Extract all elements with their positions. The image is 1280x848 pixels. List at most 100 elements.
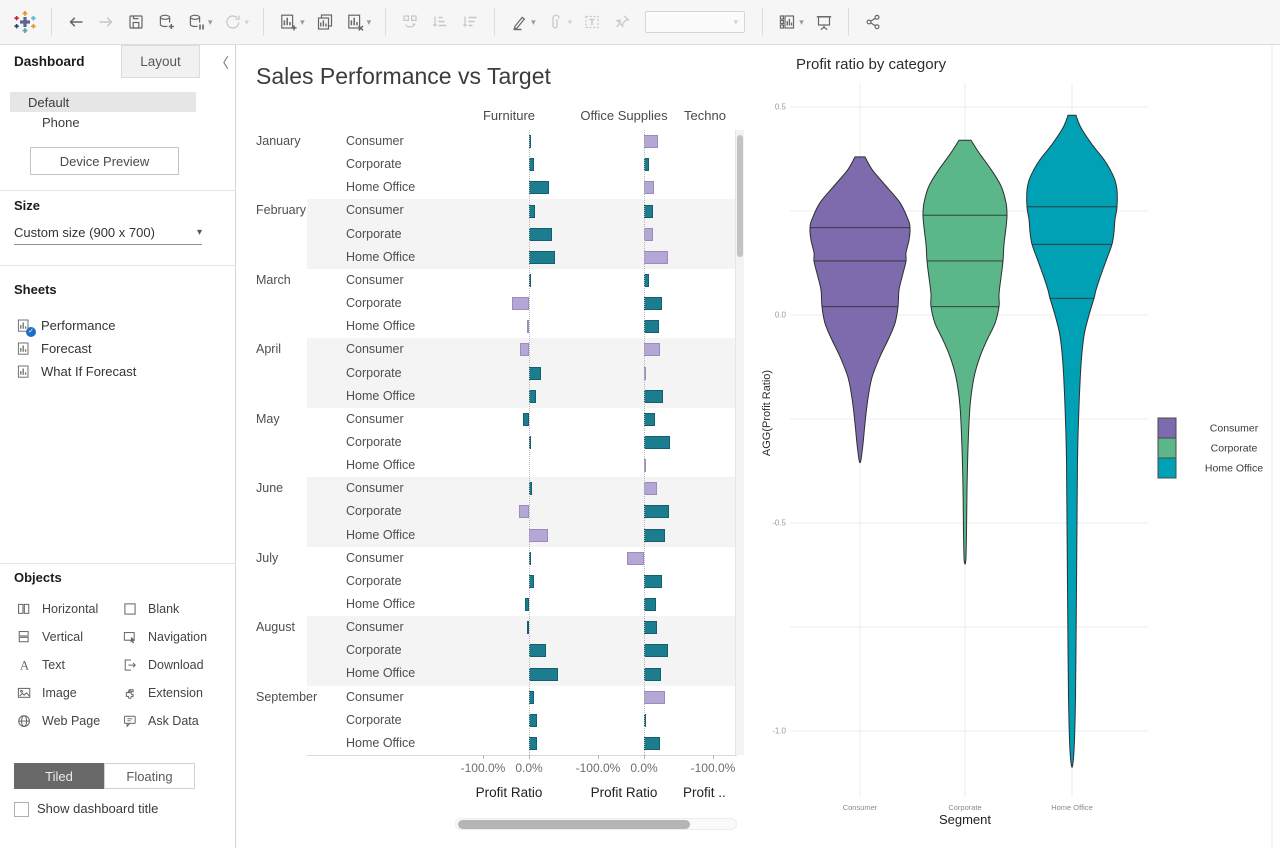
axis-title-profit-ratio[interactable]: Profit Ratio — [459, 785, 559, 800]
bar-mark[interactable] — [644, 644, 668, 657]
bar-mark[interactable] — [644, 621, 657, 634]
axis-title-profit-ratio[interactable]: Profit Ratio — [574, 785, 674, 800]
bar-mark[interactable] — [519, 505, 529, 518]
bar-mark[interactable] — [644, 320, 659, 333]
bar-mark[interactable] — [529, 714, 537, 727]
share-button[interactable] — [858, 4, 888, 40]
bar-mark[interactable] — [529, 737, 537, 750]
run-update-button[interactable]: ▾ — [218, 4, 255, 40]
segment-label: Home Office — [346, 389, 415, 403]
object-item-extension[interactable]: Extension — [122, 681, 203, 705]
bar-mark[interactable] — [529, 251, 555, 264]
violin-consumer[interactable] — [810, 157, 910, 463]
bar-mark[interactable] — [644, 251, 668, 264]
clear-sheet-button[interactable]: ▾ — [340, 4, 377, 40]
bar-mark[interactable] — [644, 668, 661, 681]
legend-swatch-corporate[interactable] — [1158, 438, 1176, 458]
object-item-image[interactable]: Image — [16, 681, 77, 705]
sort-descending-button[interactable] — [455, 4, 485, 40]
bar-mark[interactable] — [644, 297, 662, 310]
save-button[interactable] — [121, 4, 151, 40]
x-axis-title[interactable]: Segment — [939, 812, 991, 827]
bar-mark[interactable] — [644, 598, 656, 611]
object-item-download[interactable]: Download — [122, 653, 204, 677]
device-preview-button[interactable]: Device Preview — [30, 147, 179, 175]
object-item-text[interactable]: AText — [16, 653, 65, 677]
object-item-vertical[interactable]: Vertical — [16, 625, 83, 649]
tableau-logo[interactable] — [8, 4, 42, 40]
bar-mark[interactable] — [644, 205, 653, 218]
bar-mark[interactable] — [644, 390, 663, 403]
bar-mark[interactable] — [644, 529, 665, 542]
presentation-mode-button[interactable] — [809, 4, 839, 40]
size-select[interactable]: Custom size (900 x 700) ▾ — [14, 221, 202, 245]
tab-layout[interactable]: Layout — [121, 45, 200, 78]
bar-mark[interactable] — [627, 552, 644, 565]
bar-mark[interactable] — [644, 737, 660, 750]
chevron-down-icon: ▾ — [300, 17, 305, 28]
object-item-blank[interactable]: Blank — [122, 597, 179, 621]
duplicate-sheet-button[interactable] — [310, 4, 340, 40]
sheet-item-what-if-forecast[interactable]: What If Forecast — [0, 360, 236, 383]
sheet-item-performance[interactable]: ✓Performance — [0, 314, 236, 337]
new-data-source-button[interactable] — [151, 4, 181, 40]
bar-mark[interactable] — [529, 529, 548, 542]
sort-ascending-button[interactable] — [425, 4, 455, 40]
bar-mark[interactable] — [644, 135, 658, 148]
axis-tick — [598, 755, 599, 759]
legend-swatch-home-office[interactable] — [1158, 458, 1176, 478]
axis-title-profit-ratio[interactable]: Profit .. — [683, 785, 726, 800]
device-item-phone[interactable]: Phone — [10, 112, 196, 132]
swap-axes-button[interactable] — [395, 4, 425, 40]
violin-home-office[interactable] — [1027, 115, 1118, 767]
fit-selector[interactable]: ▾ — [645, 11, 745, 33]
object-item-web-page[interactable]: Web Page — [16, 709, 100, 733]
segment-label: Corporate — [346, 643, 402, 657]
bar-mark[interactable] — [529, 390, 536, 403]
pause-auto-updates-button[interactable]: ▾ — [181, 4, 218, 40]
object-item-ask-data[interactable]: Ask Data — [122, 709, 199, 733]
tiled-button[interactable]: Tiled — [14, 763, 104, 789]
show-cards-button[interactable]: ▾ — [772, 4, 809, 40]
bar-mark[interactable] — [529, 228, 552, 241]
bar-mark[interactable] — [644, 436, 670, 449]
show-mark-labels-button[interactable] — [577, 4, 607, 40]
legend-label: Corporate — [1211, 443, 1258, 455]
new-worksheet-button[interactable]: ▾ — [273, 4, 310, 40]
redo-button[interactable] — [91, 4, 121, 40]
show-dashboard-title-checkbox[interactable] — [14, 802, 29, 817]
group-members-button[interactable]: ▾ — [541, 4, 578, 40]
bar-mark[interactable] — [529, 644, 546, 657]
segment-label: Corporate — [346, 713, 402, 727]
device-item-default[interactable]: Default — [10, 92, 196, 112]
bar-mark[interactable] — [644, 575, 662, 588]
vertical-scrollbar-thumb[interactable] — [737, 135, 743, 257]
object-item-label: Ask Data — [148, 714, 199, 728]
floating-button[interactable]: Floating — [104, 763, 195, 789]
bar-mark[interactable] — [644, 482, 657, 495]
sheet-item-forecast[interactable]: Forecast — [0, 337, 236, 360]
horizontal-scrollbar-thumb[interactable] — [458, 820, 690, 829]
ask-data-icon — [122, 713, 139, 730]
bar-mark[interactable] — [529, 668, 558, 681]
zero-line-furniture — [529, 130, 530, 755]
fix-axes-button[interactable] — [607, 4, 637, 40]
bar-mark[interactable] — [644, 413, 655, 426]
bar-mark[interactable] — [644, 343, 660, 356]
collapse-pane-icon[interactable]: 〈 — [215, 53, 229, 73]
bar-mark[interactable] — [520, 343, 529, 356]
bar-mark[interactable] — [529, 367, 541, 380]
undo-button[interactable] — [61, 4, 91, 40]
bar-mark[interactable] — [644, 505, 669, 518]
legend-swatch-consumer[interactable] — [1158, 418, 1176, 438]
bar-mark[interactable] — [644, 228, 653, 241]
bar-mark[interactable] — [644, 691, 665, 704]
bar-mark[interactable] — [512, 297, 529, 310]
object-item-horizontal[interactable]: Horizontal — [16, 597, 98, 621]
tab-dashboard[interactable]: Dashboard — [0, 45, 121, 78]
highlight-button[interactable]: ▾ — [504, 4, 541, 40]
bar-mark[interactable] — [644, 181, 654, 194]
object-item-navigation[interactable]: Navigation — [122, 625, 207, 649]
bar-mark[interactable] — [529, 181, 549, 194]
violin-corporate[interactable] — [923, 140, 1007, 564]
